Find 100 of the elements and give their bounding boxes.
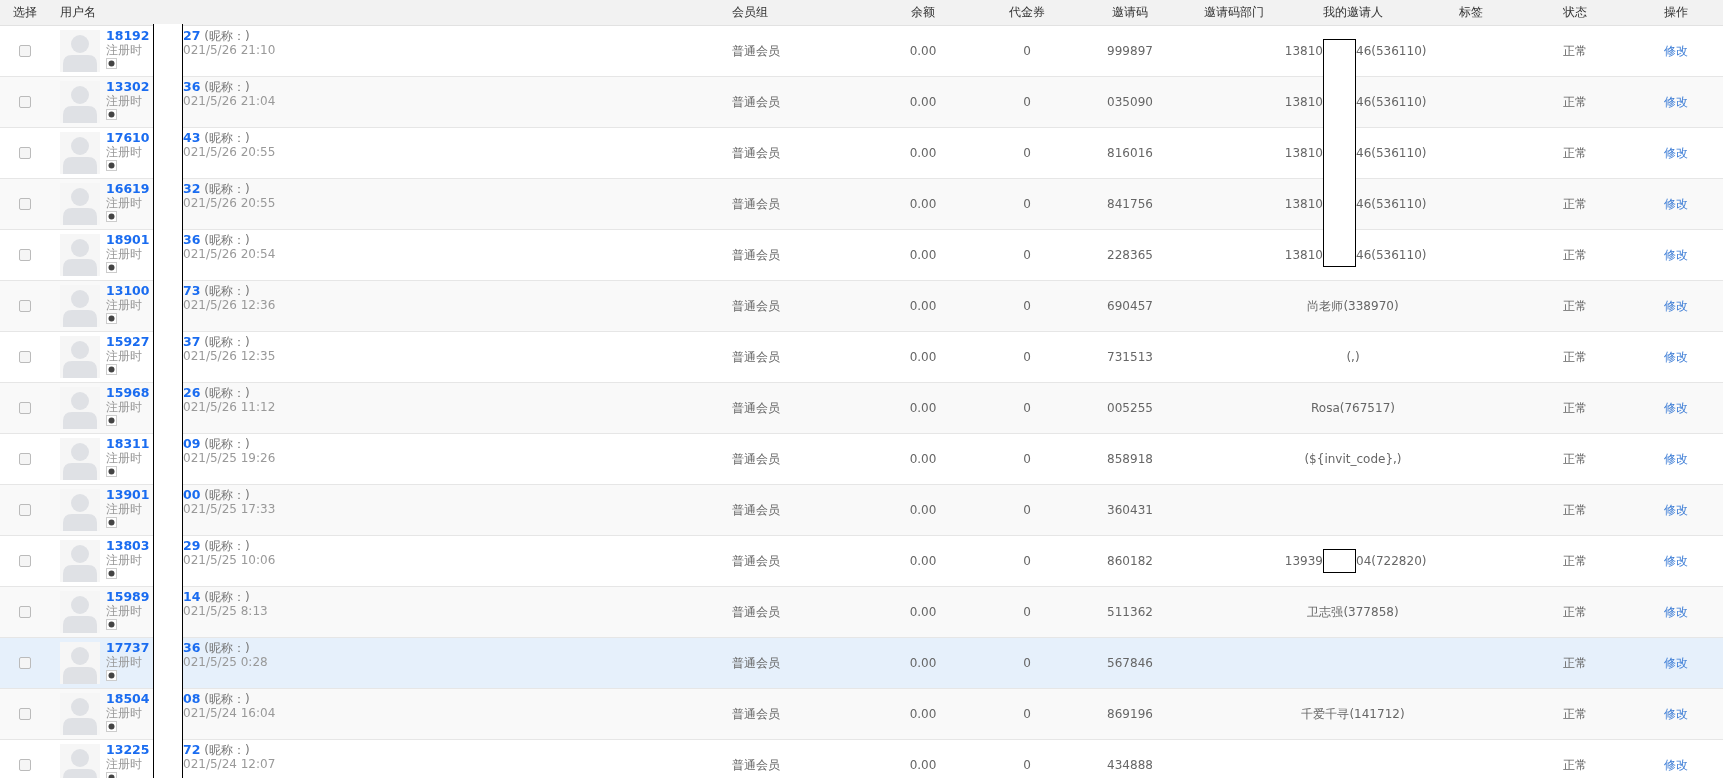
username[interactable]: 08 [183, 691, 201, 706]
column-header: 余额 [911, 4, 935, 21]
status: 正常 [1563, 603, 1587, 621]
balance: 0.00 [909, 146, 937, 160]
username[interactable]: 32 [183, 181, 201, 196]
invite-code: 360431 [1107, 503, 1153, 517]
register-time: 021/5/26 12:36 [183, 298, 276, 312]
username[interactable]: 72 [183, 742, 201, 757]
member-group: 普通会员 [732, 297, 780, 315]
inviter: 卫志强(377858) [1307, 603, 1399, 621]
member-group: 普通会员 [732, 756, 780, 774]
username[interactable]: 15989 [106, 590, 153, 604]
username[interactable]: 43 [183, 130, 201, 145]
edit-link[interactable]: 修改 [1663, 654, 1688, 672]
username[interactable]: 15927 [106, 335, 153, 349]
invite-code: 869196 [1107, 707, 1153, 721]
username[interactable]: 26 [183, 385, 201, 400]
username[interactable]: 13302 [106, 80, 153, 94]
username[interactable]: 13901 [106, 488, 153, 502]
edit-link[interactable]: 修改 [1663, 501, 1688, 519]
nickname: (昵称：) [204, 590, 250, 604]
status: 正常 [1563, 144, 1587, 162]
register-time: 021/5/26 11:12 [183, 400, 276, 414]
edit-link[interactable]: 修改 [1663, 348, 1688, 366]
status: 正常 [1563, 348, 1587, 366]
edit-link[interactable]: 修改 [1663, 144, 1688, 162]
voucher-count: 0 [1023, 452, 1031, 466]
inviter: (${invit_code},) [1304, 452, 1402, 466]
edit-link[interactable]: 修改 [1663, 756, 1688, 774]
register-time: 注册时 [106, 706, 143, 720]
edit-link[interactable]: 修改 [1663, 195, 1688, 213]
register-time: 注册时 [106, 400, 143, 414]
edit-link[interactable]: 修改 [1663, 297, 1688, 315]
username[interactable]: 00 [183, 487, 201, 502]
username[interactable]: 36 [183, 79, 201, 94]
username[interactable]: 17737 [106, 641, 153, 655]
username[interactable]: 16619 [106, 182, 153, 196]
invite-code: 816016 [1107, 146, 1153, 160]
edit-link[interactable]: 修改 [1663, 552, 1688, 570]
username[interactable]: 29 [183, 538, 201, 553]
balance: 0.00 [909, 656, 937, 670]
register-time: 注册时 [106, 553, 143, 567]
edit-link[interactable]: 修改 [1663, 450, 1688, 468]
column-header: 代金券 [1009, 4, 1045, 21]
username[interactable]: 15968 [106, 386, 153, 400]
inviter: 46(536110) [1356, 248, 1427, 262]
username[interactable]: 17610 [106, 131, 153, 145]
status: 正常 [1563, 654, 1587, 672]
invite-code: 860182 [1107, 554, 1153, 568]
nickname: (昵称：) [204, 692, 250, 706]
balance: 0.00 [909, 248, 937, 262]
username[interactable]: 18192 [106, 29, 153, 43]
nickname: (昵称：) [204, 29, 250, 43]
edit-link[interactable]: 修改 [1663, 42, 1688, 60]
member-group: 普通会员 [732, 93, 780, 111]
voucher-count: 0 [1023, 503, 1031, 517]
username[interactable]: 13225 [106, 743, 153, 757]
status: 正常 [1563, 501, 1587, 519]
member-group: 普通会员 [732, 246, 780, 264]
nickname: (昵称：) [204, 488, 250, 502]
username[interactable]: 36 [183, 232, 201, 247]
voucher-count: 0 [1023, 95, 1031, 109]
edit-link[interactable]: 修改 [1663, 399, 1688, 417]
inviter: 46(536110) [1356, 44, 1427, 58]
username[interactable]: 13803 [106, 539, 153, 553]
username[interactable]: 13100 [106, 284, 153, 298]
edit-link[interactable]: 修改 [1663, 705, 1688, 723]
username[interactable]: 27 [183, 28, 201, 43]
username[interactable]: 18311 [106, 437, 153, 451]
voucher-count: 0 [1023, 197, 1031, 211]
edit-link[interactable]: 修改 [1663, 93, 1688, 111]
voucher-count: 0 [1023, 605, 1031, 619]
username[interactable]: 36 [183, 640, 201, 655]
username[interactable]: 37 [183, 334, 201, 349]
username[interactable]: 14 [183, 589, 201, 604]
column-header: 邀请码 [1112, 4, 1148, 21]
register-time: 021/5/26 21:10 [183, 43, 276, 57]
username[interactable]: 18901 [106, 233, 153, 247]
register-time: 注册时 [106, 451, 143, 465]
member-group: 普通会员 [732, 501, 780, 519]
balance: 0.00 [909, 350, 937, 364]
inviter: 千爱千寻(141712) [1301, 705, 1405, 723]
status: 正常 [1563, 246, 1587, 264]
username[interactable]: 09 [183, 436, 201, 451]
edit-link[interactable]: 修改 [1663, 246, 1688, 264]
username[interactable]: 18504 [106, 692, 153, 706]
balance: 0.00 [909, 44, 937, 58]
edit-link[interactable]: 修改 [1663, 603, 1688, 621]
register-time: 021/5/26 12:35 [183, 349, 276, 363]
status: 正常 [1563, 42, 1587, 60]
status: 正常 [1563, 450, 1587, 468]
register-time: 注册时 [106, 298, 143, 312]
invite-code: 567846 [1107, 656, 1153, 670]
member-group: 普通会员 [732, 144, 780, 162]
voucher-count: 0 [1023, 758, 1031, 772]
column-header: 状态 [1563, 4, 1587, 21]
member-group: 普通会员 [732, 654, 780, 672]
username[interactable]: 73 [183, 283, 201, 298]
member-group: 普通会员 [732, 195, 780, 213]
voucher-count: 0 [1023, 248, 1031, 262]
